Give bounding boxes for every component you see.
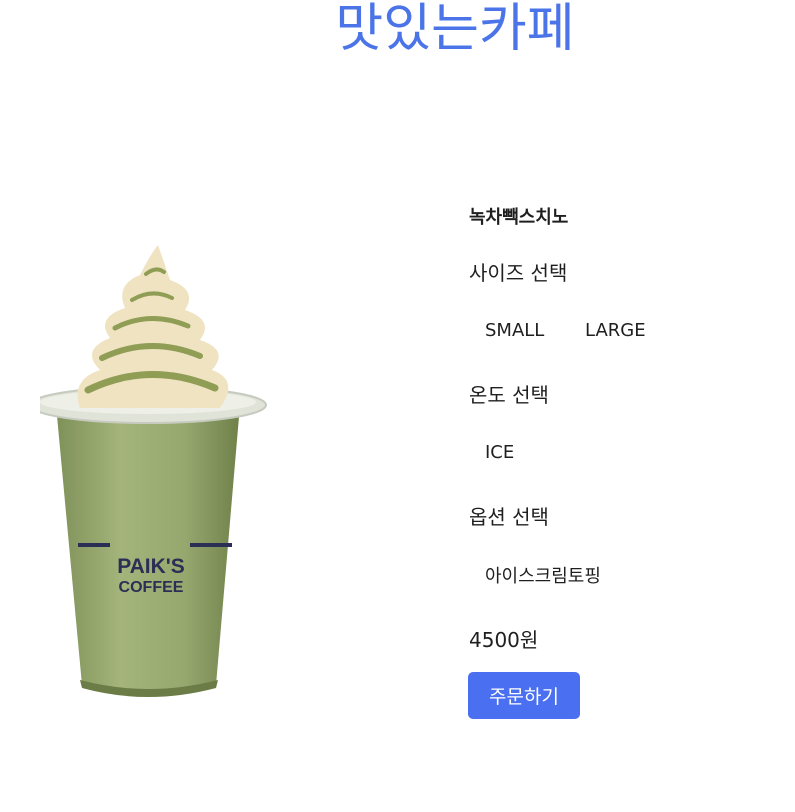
price: 4500원 xyxy=(469,628,539,652)
size-option-large[interactable]: LARGE xyxy=(585,320,646,341)
size-option-small[interactable]: SMALL xyxy=(485,320,544,341)
size-label: 사이즈 선택 xyxy=(469,261,568,285)
order-button[interactable]: 주문하기 xyxy=(468,672,580,719)
product-image: PAIK'S COFFEE xyxy=(40,245,267,697)
extras-option-icecream-topping[interactable]: 아이스크림토핑 xyxy=(485,562,601,588)
product-name: 녹차빽스치노 xyxy=(469,207,569,228)
temperature-label: 온도 선택 xyxy=(469,383,549,407)
temperature-option-ice[interactable]: ICE xyxy=(485,442,514,463)
brand-text-bottom: COFFEE xyxy=(119,579,184,596)
brand-text-top: PAIK'S xyxy=(117,555,185,578)
extras-label: 옵션 선택 xyxy=(469,505,549,529)
page-title: 맛있는카페 xyxy=(335,0,575,59)
